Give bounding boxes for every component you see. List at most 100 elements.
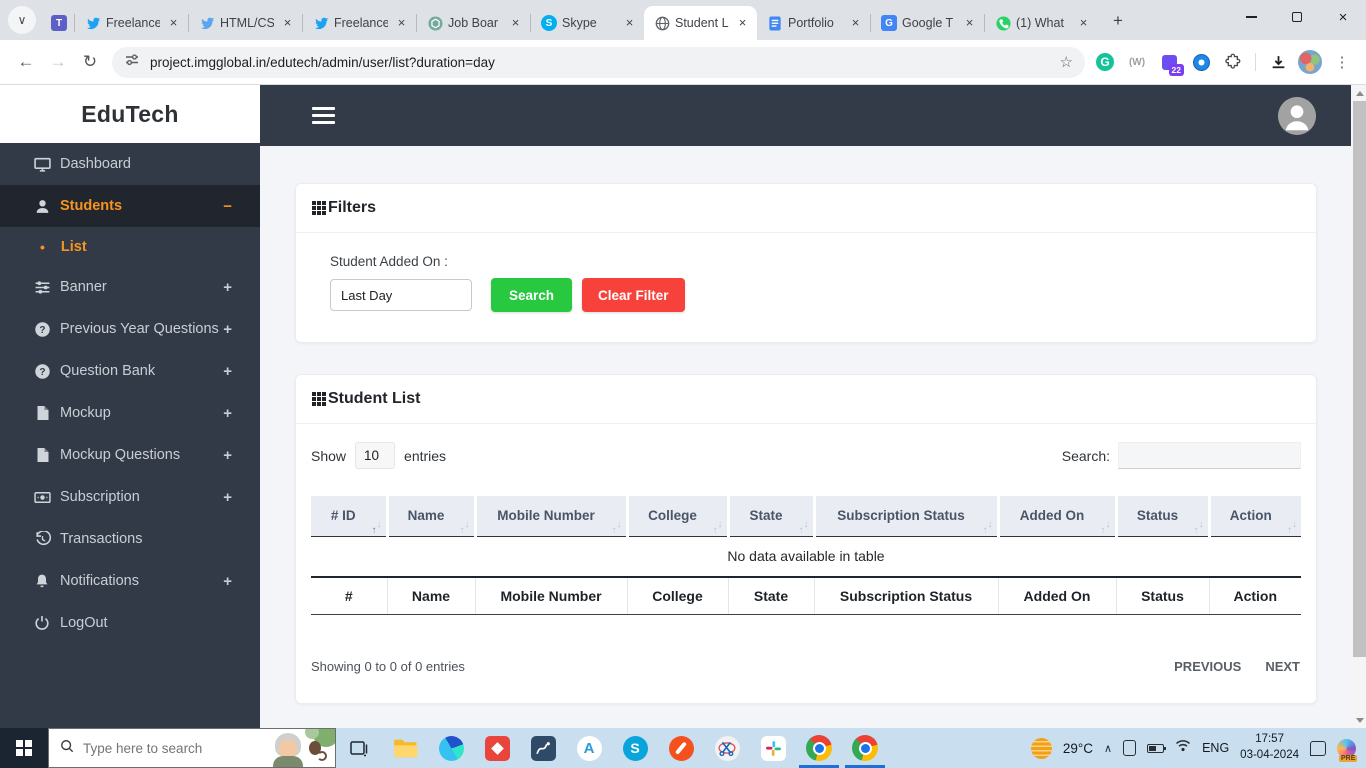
site-info-icon[interactable] xyxy=(124,52,140,73)
brand-logo[interactable]: EduTech xyxy=(0,85,260,143)
column-header-state[interactable]: State ↑↓ xyxy=(728,496,816,537)
clear-filter-button[interactable]: Clear Filter xyxy=(582,278,685,312)
sidebar-item-mockup-questions[interactable]: Mockup Questions + xyxy=(0,434,260,476)
expand-plus-icon[interactable]: + xyxy=(223,447,232,464)
tab-search-button[interactable]: ∨ xyxy=(8,6,36,34)
sort-icons[interactable]: ↑↓ xyxy=(983,519,993,536)
tab-portfolio[interactable]: Portfolio × xyxy=(757,6,870,40)
column-header-college[interactable]: College ↑↓ xyxy=(627,496,730,537)
tab-jobboard[interactable]: Job Boar × xyxy=(417,6,530,40)
sidebar-item-mockup[interactable]: Mockup + xyxy=(0,392,260,434)
sidebar-item-transactions[interactable]: Transactions xyxy=(0,518,260,560)
column-header-mobile[interactable]: Mobile Number ↑↓ xyxy=(475,496,629,537)
download-icon[interactable] xyxy=(1264,48,1292,76)
tab-close-icon[interactable]: × xyxy=(847,15,864,32)
entries-count-input[interactable] xyxy=(355,442,396,469)
back-button[interactable]: ← xyxy=(10,46,42,78)
new-tab-button[interactable]: + xyxy=(1104,7,1132,35)
window-close-button[interactable]: × xyxy=(1320,0,1366,34)
extension-badge-icon[interactable]: 22 xyxy=(1155,48,1184,76)
tab-close-icon[interactable]: × xyxy=(1075,15,1092,32)
language-indicator[interactable]: ENG xyxy=(1202,741,1229,755)
sort-icons[interactable]: ↑↓ xyxy=(1287,519,1297,536)
sort-icons[interactable]: ↑↓ xyxy=(713,519,723,536)
sidebar-item-question-bank[interactable]: ? Question Bank + xyxy=(0,350,260,392)
column-header-id[interactable]: # ID ↑↓ xyxy=(311,496,389,537)
hamburger-menu-icon[interactable] xyxy=(312,107,335,124)
tab-close-icon[interactable]: × xyxy=(507,15,524,32)
tab-close-icon[interactable]: × xyxy=(961,15,978,32)
chrome-icon[interactable] xyxy=(842,728,888,768)
tab-student-list-active[interactable]: Student L × xyxy=(644,6,757,40)
expand-plus-icon[interactable]: + xyxy=(223,363,232,380)
scroll-down-arrow[interactable] xyxy=(1351,712,1366,728)
grammarly-icon[interactable]: G xyxy=(1091,48,1119,76)
wayback-machine-icon[interactable]: (W) xyxy=(1123,48,1151,76)
tab-skype[interactable]: Skype × xyxy=(531,6,644,40)
scroll-up-arrow[interactable] xyxy=(1351,85,1366,101)
snipping-tool-icon[interactable] xyxy=(704,728,750,768)
student-added-on-select[interactable] xyxy=(330,279,472,311)
task-view-button[interactable] xyxy=(336,728,382,768)
sort-icons[interactable]: ↑↓ xyxy=(460,519,470,536)
expand-plus-icon[interactable]: + xyxy=(223,489,232,506)
chrome-icon[interactable] xyxy=(796,728,842,768)
sort-icons[interactable]: ↑↓ xyxy=(1194,519,1204,536)
address-bar[interactable]: project.imgglobal.in/edutech/admin/user/… xyxy=(112,46,1085,78)
file-explorer-icon[interactable] xyxy=(382,728,428,768)
letter-a-app-icon[interactable]: A xyxy=(566,728,612,768)
tablet-app-icon[interactable] xyxy=(520,728,566,768)
window-restore-button[interactable] xyxy=(1274,0,1320,34)
slack-icon[interactable] xyxy=(750,728,796,768)
menu-kebab-icon[interactable]: ⋮ xyxy=(1328,48,1356,76)
previous-page-button[interactable]: PREVIOUS xyxy=(1174,659,1241,674)
sort-icons[interactable]: ↑↓ xyxy=(799,519,809,536)
table-search-input[interactable] xyxy=(1118,442,1301,469)
browser-scrollbar[interactable] xyxy=(1351,85,1366,728)
extensions-puzzle-icon[interactable] xyxy=(1219,48,1247,76)
weather-icon[interactable] xyxy=(1030,737,1052,759)
window-minimize-button[interactable] xyxy=(1228,0,1274,34)
sidebar-item-students[interactable]: Students − xyxy=(0,185,260,227)
tab-close-icon[interactable]: × xyxy=(734,15,751,32)
forward-button[interactable]: → xyxy=(42,46,74,78)
column-header-action[interactable]: Action ↑↓ xyxy=(1209,496,1301,537)
device-icon[interactable] xyxy=(1123,740,1137,756)
tab-htmlcss[interactable]: HTML/CS × xyxy=(189,6,302,40)
tab-close-icon[interactable]: × xyxy=(621,15,638,32)
column-header-status[interactable]: Status ↑↓ xyxy=(1116,496,1211,537)
tab-close-icon[interactable]: × xyxy=(279,15,296,32)
taskbar-search-input[interactable] xyxy=(83,740,263,756)
tab-freelance-2[interactable]: Freelance × xyxy=(303,6,416,40)
reload-button[interactable]: ↻ xyxy=(74,46,106,78)
clock[interactable]: 17:57 03-04-2024 xyxy=(1240,732,1299,763)
sidebar-item-banner[interactable]: Banner + xyxy=(0,266,260,308)
taskbar-search[interactable] xyxy=(48,728,336,768)
start-button[interactable] xyxy=(0,728,48,768)
bookmark-star-icon[interactable]: ☆ xyxy=(1060,53,1073,71)
user-avatar[interactable] xyxy=(1278,96,1316,135)
wifi-icon[interactable] xyxy=(1175,739,1191,757)
sidebar-item-dashboard[interactable]: Dashboard xyxy=(0,143,260,185)
tab-google-translate[interactable]: Google T × xyxy=(871,6,984,40)
expand-plus-icon[interactable]: + xyxy=(223,405,232,422)
sort-icons[interactable]: ↑↓ xyxy=(1101,519,1111,536)
column-header-name[interactable]: Name ↑↓ xyxy=(387,496,477,537)
sort-icons[interactable]: ↑↓ xyxy=(612,519,622,536)
collapse-minus-icon[interactable]: − xyxy=(223,198,232,215)
sort-icons[interactable]: ↑↓ xyxy=(372,519,382,536)
sidebar-subitem-list[interactable]: • List xyxy=(0,227,260,266)
sidebar-item-notifications[interactable]: Notifications + xyxy=(0,560,260,602)
next-page-button[interactable]: NEXT xyxy=(1265,659,1300,674)
tab-freelance-1[interactable]: Freelance × xyxy=(75,6,188,40)
url-text[interactable]: project.imgglobal.in/edutech/admin/user/… xyxy=(150,55,1060,70)
battery-icon[interactable] xyxy=(1147,743,1167,753)
expand-plus-icon[interactable]: + xyxy=(223,279,232,296)
column-header-subscription[interactable]: Subscription Status ↑↓ xyxy=(814,496,1000,537)
sidebar-item-subscription[interactable]: Subscription + xyxy=(0,476,260,518)
expand-plus-icon[interactable]: + xyxy=(223,573,232,590)
profile-avatar[interactable] xyxy=(1296,48,1324,76)
remote-app-icon[interactable] xyxy=(474,728,520,768)
chevron-up-icon[interactable]: ∧ xyxy=(1104,742,1112,755)
temperature-label[interactable]: 29°C xyxy=(1063,741,1093,756)
